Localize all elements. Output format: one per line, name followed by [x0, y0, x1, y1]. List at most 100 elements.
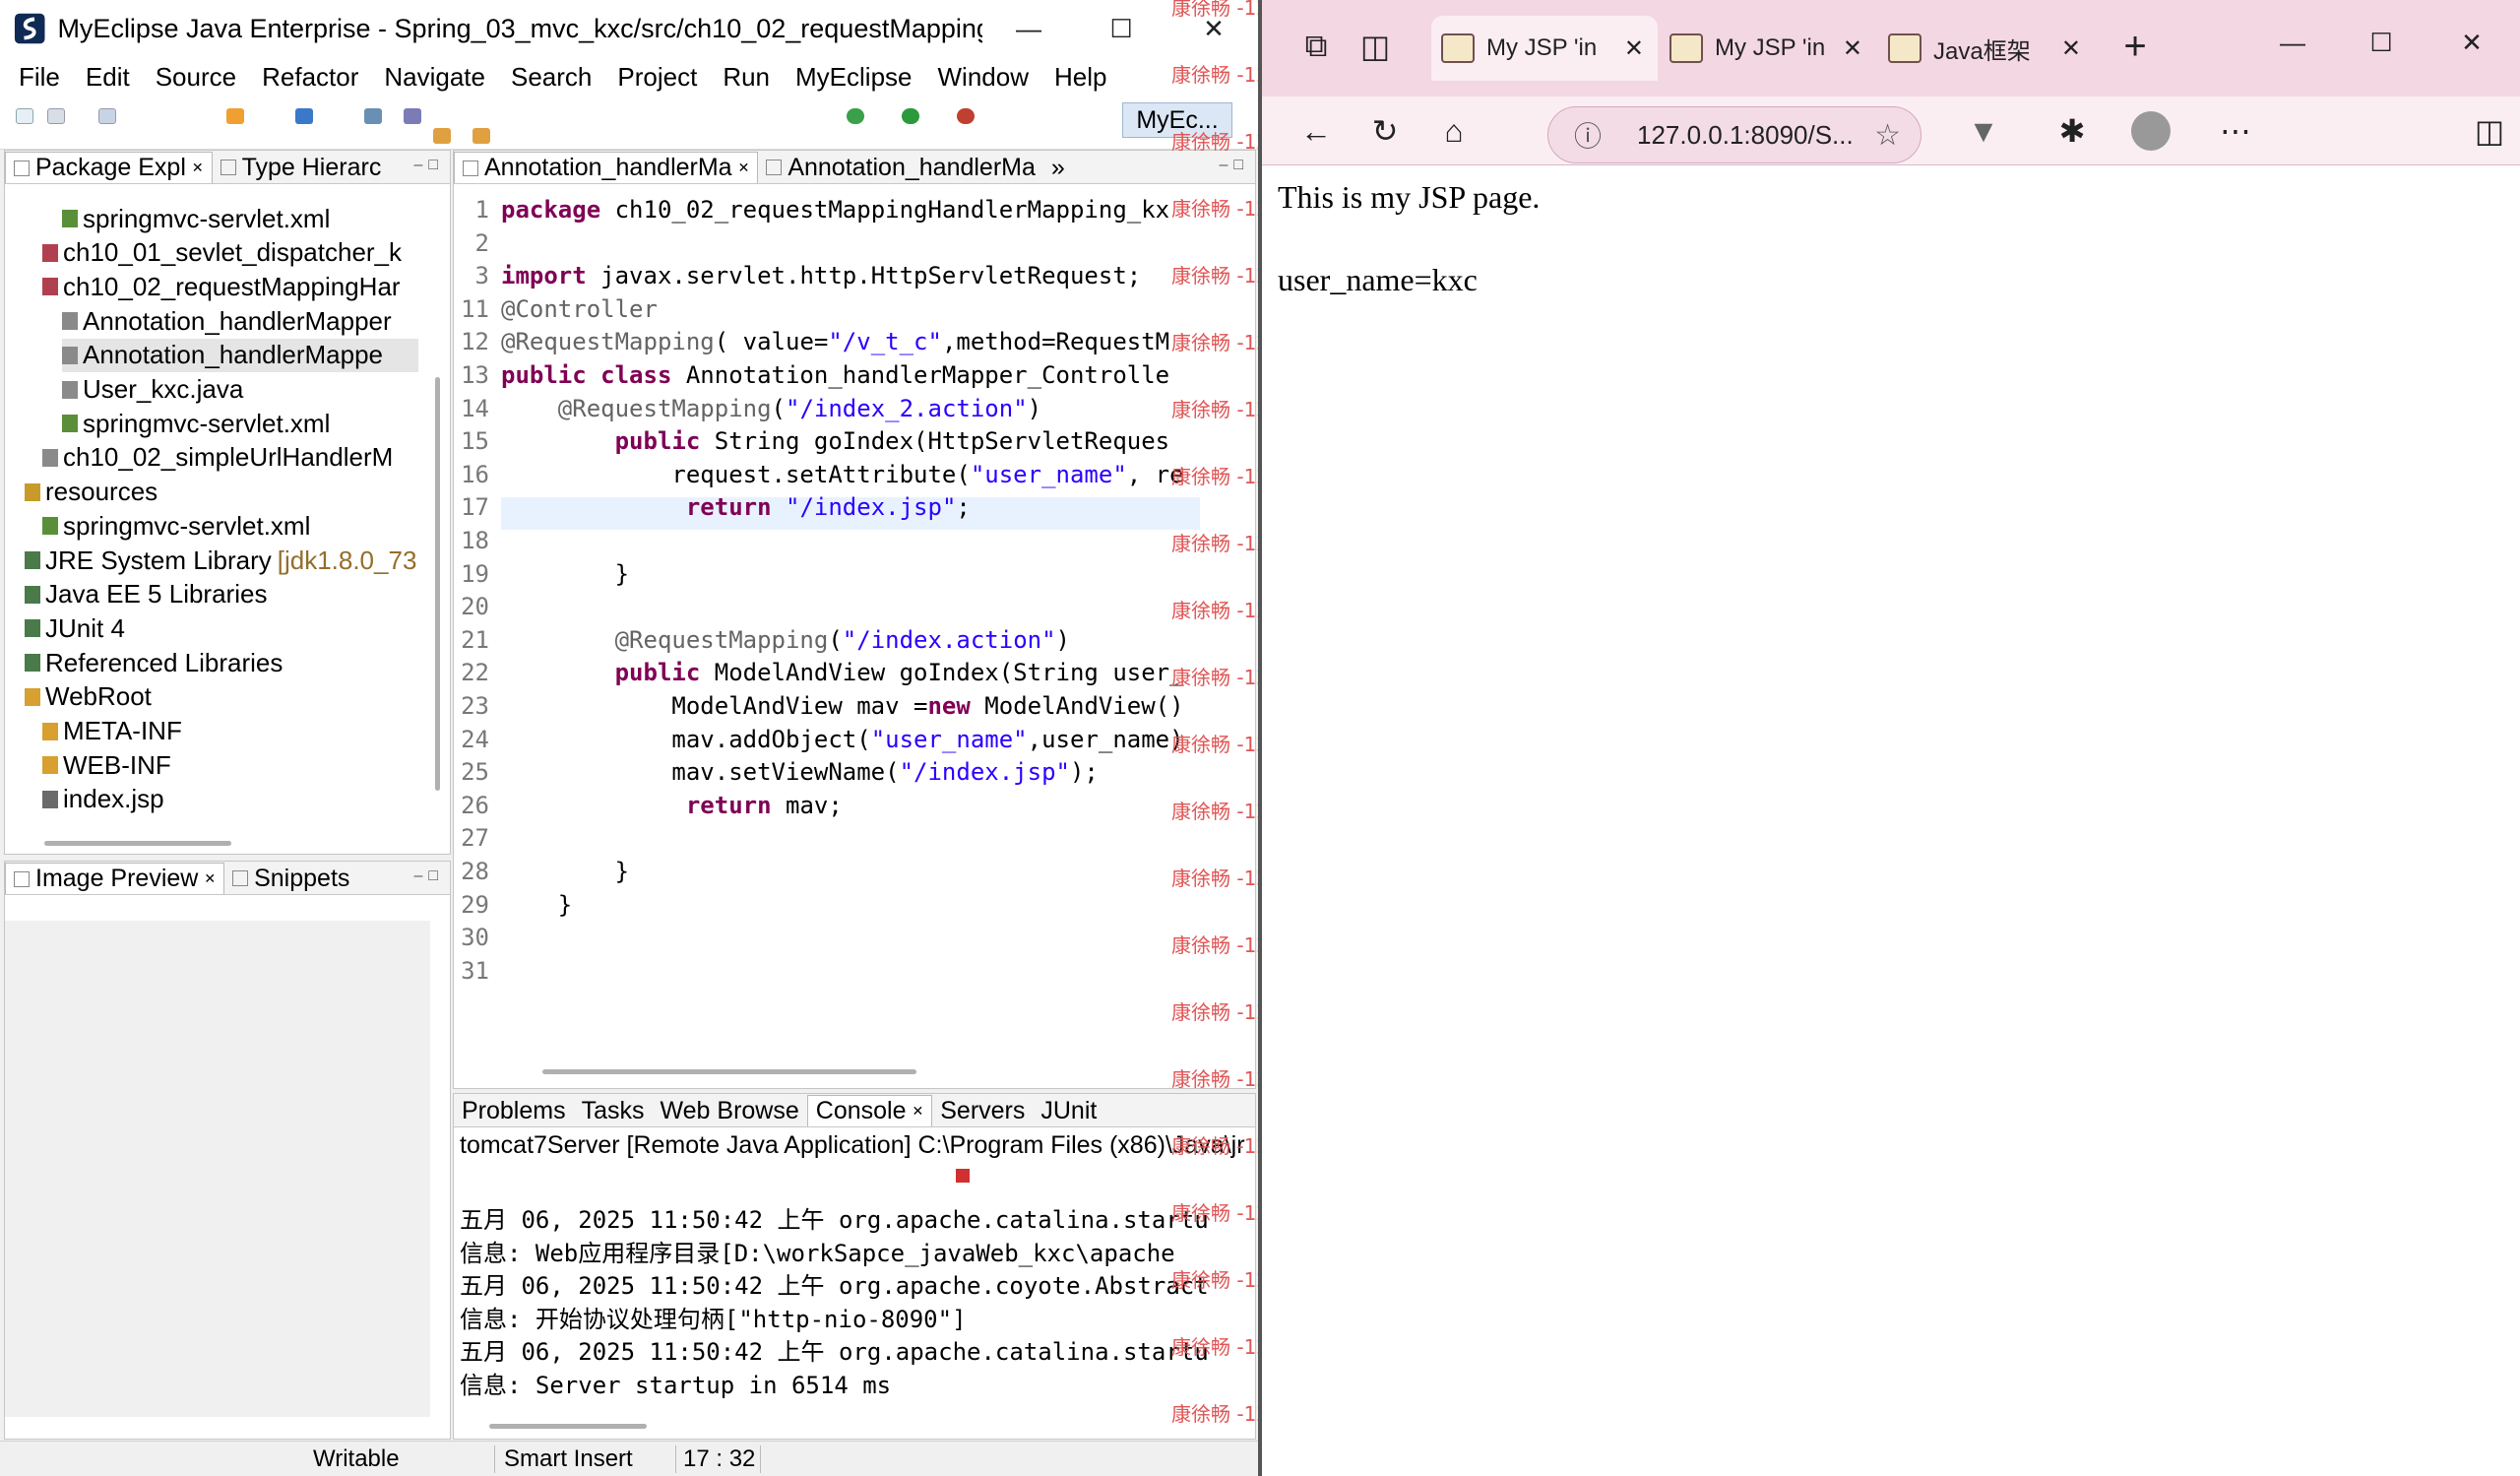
- run-external-icon[interactable]: [957, 108, 975, 124]
- sidebar-toggle-icon[interactable]: ◫: [2467, 108, 2512, 154]
- tree-item[interactable]: ch10_02_requestMappingHar: [42, 270, 401, 303]
- preview-minmax-icon[interactable]: –□: [413, 867, 444, 885]
- view-minmax-icon[interactable]: –□: [413, 157, 444, 174]
- menu-refactor[interactable]: Refactor: [249, 62, 371, 93]
- tree-item[interactable]: Annotation_handlerMapper: [62, 304, 392, 338]
- menu-myeclipse[interactable]: MyEclipse: [783, 62, 924, 93]
- browser-tab-2-title: My JSP 'in: [1715, 34, 1826, 61]
- profile-avatar-icon[interactable]: [2128, 108, 2174, 154]
- tab-tasks[interactable]: Tasks: [574, 1095, 653, 1126]
- watermark-text: 康徐畅 -124 - 1371: [1171, 331, 1260, 354]
- tree-item[interactable]: springmvc-servlet.xml: [62, 202, 330, 235]
- tab-problems[interactable]: Problems: [454, 1095, 574, 1126]
- console-horizontal-scrollbar[interactable]: [489, 1424, 647, 1429]
- tree-vertical-scrollbar[interactable]: [435, 377, 440, 791]
- minimize-button[interactable]: —: [982, 0, 1075, 57]
- tree-item[interactable]: Java EE 5 Libraries: [25, 578, 267, 611]
- site-info-icon[interactable]: ⓘ: [1574, 115, 1602, 155]
- tab-close-icon[interactable]: ✕: [1624, 34, 1644, 63]
- menu-source[interactable]: Source: [143, 62, 249, 93]
- new-server-icon[interactable]: [295, 108, 313, 124]
- tree-item-icon: [62, 415, 78, 433]
- tree-item[interactable]: Referenced Libraries: [25, 646, 283, 679]
- tab-servers[interactable]: Servers: [932, 1095, 1033, 1126]
- tree-item-label: springmvc-servlet.xml: [63, 510, 311, 541]
- editor-minmax-icon[interactable]: –□: [1219, 157, 1249, 174]
- tab-snippets[interactable]: Snippets: [224, 863, 357, 894]
- tree-item[interactable]: springmvc-servlet.xml: [42, 509, 310, 543]
- tree-item[interactable]: META-INF: [42, 715, 182, 748]
- open-type-icon[interactable]: [226, 108, 244, 124]
- vertical-tabs-icon[interactable]: ◫: [1353, 24, 1398, 69]
- console-output[interactable]: tomcat7Server [Remote Java Application] …: [454, 1127, 1255, 1439]
- editor-horizontal-scrollbar[interactable]: [542, 1069, 916, 1074]
- maximize-button[interactable]: ☐: [1075, 0, 1167, 57]
- search-icon[interactable]: [404, 108, 421, 124]
- home-icon[interactable]: ⌂: [1431, 108, 1477, 154]
- tree-item[interactable]: ch10_02_simpleUrlHandlerM: [42, 441, 393, 475]
- browser-tab-3[interactable]: Java框架 ✕: [1878, 16, 2095, 81]
- refresh-icon[interactable]: ↻: [1362, 108, 1408, 154]
- tab-web-browser[interactable]: Web Browse: [653, 1095, 807, 1126]
- workspaces-icon[interactable]: ⧉: [1293, 24, 1339, 69]
- back-arrow-icon[interactable]: ←: [1293, 108, 1339, 154]
- tree-item[interactable]: ch10_01_sevlet_dispatcher_k: [42, 236, 402, 270]
- menu-navigate[interactable]: Navigate: [371, 62, 498, 93]
- new-icon[interactable]: [16, 108, 33, 124]
- deploy-icon[interactable]: [364, 108, 382, 124]
- tree-item[interactable]: User_kxc.java: [62, 373, 243, 407]
- tree-item[interactable]: WebRoot: [25, 680, 152, 714]
- tree-item[interactable]: springmvc-servlet.xml: [62, 407, 330, 440]
- tab-editor-second[interactable]: Annotation_handlerMa: [758, 152, 1043, 183]
- console-terminate-icon[interactable]: [956, 1169, 970, 1183]
- menu-file[interactable]: File: [6, 62, 73, 93]
- tab-editor-active[interactable]: Annotation_handlerMa ✕: [454, 152, 759, 183]
- tab-console[interactable]: Console ✕: [806, 1095, 933, 1126]
- forward-icon[interactable]: [472, 128, 490, 144]
- tree-item[interactable]: index.jsp: [42, 783, 164, 816]
- tab-close-icon[interactable]: ✕: [2061, 34, 2081, 63]
- tab-package-explorer[interactable]: Package Expl ✕: [5, 152, 213, 183]
- extensions-icon[interactable]: ✱: [2049, 108, 2095, 154]
- tab-editor-overflow[interactable]: »: [1043, 152, 1073, 183]
- tree-item-label: springmvc-servlet.xml: [83, 408, 331, 438]
- tab-close-icon[interactable]: ✕: [1843, 34, 1862, 63]
- vpn-extension-icon[interactable]: ▼: [1961, 108, 2006, 154]
- code-editor[interactable]: 1 2 3 11 12 13 14 15 16 17 18 19 20 21 22 23 24 25 26 27 28 2…: [454, 184, 1255, 1088]
- tree-horizontal-scrollbar[interactable]: [44, 841, 231, 846]
- favorite-star-icon[interactable]: ☆: [1874, 118, 1901, 153]
- address-bar[interactable]: ⓘ 127.0.0.1:8090/S... ☆: [1547, 106, 1922, 163]
- tab-junit[interactable]: JUnit: [1033, 1095, 1104, 1126]
- new-tab-icon[interactable]: +: [2112, 24, 2158, 69]
- browser-minimize-button[interactable]: —: [2270, 20, 2315, 65]
- code-line: ModelAndView mav =new ModelAndView(): [501, 692, 1184, 720]
- debug-icon[interactable]: [847, 108, 864, 124]
- menu-help[interactable]: Help: [1041, 62, 1119, 93]
- package-explorer-view: Package Expl ✕ Type Hierarc –□ springmvc-…: [4, 150, 451, 855]
- tab-image-preview[interactable]: Image Preview ✕: [5, 863, 225, 894]
- tree-item[interactable]: JRE System Library [jdk1.8.0_73: [25, 544, 416, 577]
- myeclipse-logo-icon: [14, 13, 45, 44]
- menu-search[interactable]: Search: [498, 62, 604, 93]
- more-menu-icon[interactable]: ⋯: [2213, 108, 2258, 154]
- browser-close-button[interactable]: ✕: [2449, 20, 2494, 65]
- menu-run[interactable]: Run: [710, 62, 783, 93]
- browser-maximize-button[interactable]: ☐: [2359, 20, 2404, 65]
- menu-window[interactable]: Window: [925, 62, 1041, 93]
- code-line: @RequestMapping("/index_2.action"): [557, 394, 1042, 422]
- status-insert-mode: Smart Insert: [504, 1445, 633, 1472]
- line-number: 30: [461, 924, 489, 952]
- run-icon[interactable]: [902, 108, 919, 124]
- menu-edit[interactable]: Edit: [73, 62, 143, 93]
- tree-item[interactable]: Annotation_handlerMappe: [62, 338, 418, 372]
- print-icon[interactable]: [98, 108, 116, 124]
- menu-project[interactable]: Project: [604, 62, 710, 93]
- browser-tab-2[interactable]: My JSP 'in ✕: [1660, 16, 1876, 81]
- tab-type-hierarchy[interactable]: Type Hierarc: [213, 152, 390, 183]
- tree-item[interactable]: JUnit 4: [25, 611, 125, 645]
- browser-tab-1[interactable]: My JSP 'in ✕: [1431, 16, 1658, 81]
- back-icon[interactable]: [433, 128, 451, 144]
- tree-item[interactable]: WEB-INF: [42, 748, 171, 782]
- tree-item[interactable]: resources: [25, 476, 158, 509]
- save-icon[interactable]: [47, 108, 65, 124]
